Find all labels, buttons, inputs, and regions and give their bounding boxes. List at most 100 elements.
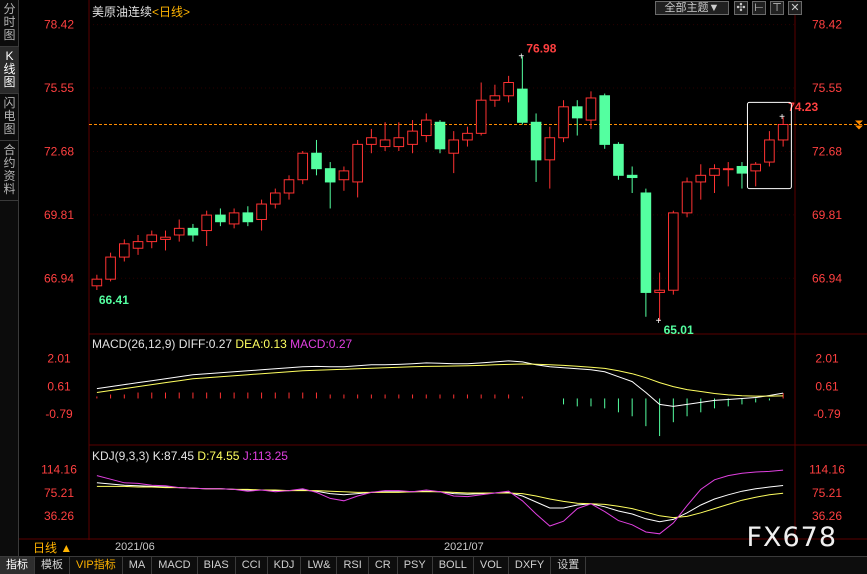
main-ytick-left: 72.68: [44, 144, 74, 158]
candle-body: [613, 143, 624, 176]
theme-dropdown[interactable]: 全部主题▼: [655, 1, 729, 15]
kdj-d-value: D:74.55: [197, 449, 240, 463]
kdj-j-value: J:113.25: [242, 449, 288, 463]
candle-body: [681, 181, 693, 214]
kdj-d-line: [96, 485, 784, 519]
chart-area: 78.42 78.42 75.55 75.55 72.68 72.68 69.81 69.81…: [19, 0, 867, 556]
tab-vip-indicators[interactable]: VIP指标: [70, 557, 123, 574]
candle-body: [256, 203, 267, 221]
tab-rsi[interactable]: RSI: [337, 557, 369, 574]
candle-body: [668, 212, 679, 291]
kdj-j-line: [96, 469, 784, 535]
candle-body: [475, 99, 487, 134]
main-ytick-right: 75.55: [812, 81, 842, 95]
candle-body: [269, 192, 281, 205]
candle-body: [228, 212, 240, 225]
macd-dea-line: [96, 363, 784, 397]
candle-body: [503, 82, 514, 97]
candle-body: [215, 214, 226, 223]
tab-dxfy[interactable]: DXFY: [509, 557, 552, 574]
candle-body: [160, 236, 171, 240]
tab-boll[interactable]: BOLL: [433, 557, 474, 574]
candle-body: [764, 139, 775, 163]
tab-kdj[interactable]: KDJ: [268, 557, 302, 574]
candle-body: [777, 123, 789, 141]
high-marker: +: [518, 51, 524, 62]
candle-body: [119, 243, 130, 258]
last-high-marker: +: [779, 112, 785, 123]
instrument-name: 美原油连续: [92, 5, 153, 19]
tab-bias[interactable]: BIAS: [198, 557, 236, 574]
macd-ytick-left: 2.01: [47, 352, 71, 366]
minimize-icon[interactable]: ⊢: [752, 1, 766, 15]
tab-ma[interactable]: MA: [123, 557, 153, 574]
candle-body: [434, 121, 446, 150]
tab-indicators[interactable]: 指标: [0, 557, 35, 574]
period-selector[interactable]: 日线 ▲: [19, 540, 89, 556]
macd-ytick-left: 0.61: [47, 379, 71, 393]
candle-body: [173, 227, 185, 236]
candle-body: [324, 168, 336, 183]
tab-lw[interactable]: LW&: [301, 557, 338, 574]
macd-diff-line: [96, 360, 784, 407]
kdj-ytick-left: 75.21: [44, 486, 74, 500]
tab-vol[interactable]: VOL: [474, 557, 509, 574]
chart-title: 美原油连续<日线>: [92, 3, 190, 20]
candle-body: [722, 168, 734, 171]
tab-psy[interactable]: PSY: [398, 557, 433, 574]
candle-body: [297, 152, 309, 181]
chart-svg: 78.42 78.42 75.55 75.55 72.68 72.68 69.81 69.81…: [19, 0, 867, 540]
candle-body: [654, 289, 665, 293]
main-ytick-left: 78.42: [44, 18, 74, 32]
kdj-k-value: K:87.45: [152, 449, 195, 463]
side-tab-bar: 分时图 K线图 闪电图 合约资料: [0, 0, 19, 556]
candle-body: [709, 168, 720, 176]
macd-title: MACD(26,12,9) DIFF:0.27 DEA:0.13 MACD:0.…: [92, 337, 352, 351]
macd-ytick-right: 2.01: [815, 352, 839, 366]
candle-body: [201, 214, 212, 232]
macd-params: MACD(26,12,9): [92, 337, 176, 351]
main-ytick-right: 72.68: [812, 144, 842, 158]
low-price-label: 65.01: [664, 323, 694, 337]
main-ytick-right: 78.42: [812, 18, 842, 32]
close-icon[interactable]: ✕: [788, 1, 802, 15]
kdj-ytick-right: 114.16: [809, 463, 845, 477]
watermark-logo: FX678: [746, 522, 837, 553]
tab-macd[interactable]: MACD: [152, 557, 198, 574]
candle-body: [420, 119, 432, 137]
crosshair-icon[interactable]: ✣: [734, 1, 748, 15]
side-tab-flash[interactable]: 闪电图: [0, 94, 19, 141]
candle-body: [393, 137, 405, 148]
candle-body: [599, 95, 611, 145]
main-ytick-left: 75.55: [44, 81, 74, 95]
maximize-icon[interactable]: ⊤: [770, 1, 784, 15]
kdj-ytick-right: 75.21: [812, 486, 842, 500]
tab-cci[interactable]: CCI: [236, 557, 268, 574]
candle-body: [640, 192, 652, 293]
candle-body: [379, 139, 391, 148]
candle-body: [407, 130, 418, 145]
main-ytick-left: 69.81: [44, 208, 74, 222]
side-tab-timeshare[interactable]: 分时图: [0, 0, 19, 47]
candle-body: [530, 121, 542, 161]
candle-body: [695, 174, 707, 183]
tab-cr[interactable]: CR: [369, 557, 398, 574]
candle-body: [448, 139, 460, 154]
candle-body: [283, 179, 295, 194]
candle-body: [558, 106, 569, 139]
macd-diff-value: DIFF:0.27: [178, 337, 233, 351]
main-ytick-right: 66.94: [812, 271, 842, 285]
candle-body: [352, 143, 363, 183]
low-marker: +: [656, 316, 662, 327]
high-price-label: 76.98: [526, 41, 556, 55]
tab-templates[interactable]: 模板: [35, 557, 70, 574]
candle-body: [750, 163, 761, 172]
date-label-0: 2021/06: [115, 541, 155, 553]
last-high-price-label: 74.23: [788, 100, 818, 114]
macd-ytick-right: -0.79: [813, 407, 841, 421]
side-tab-kline[interactable]: K线图: [0, 47, 19, 94]
current-price-marker-icon: [855, 120, 863, 130]
macd-dea-value: DEA:0.13: [235, 337, 287, 351]
tab-settings[interactable]: 设置: [551, 557, 587, 574]
side-tab-contract-info[interactable]: 合约资料: [0, 141, 19, 201]
